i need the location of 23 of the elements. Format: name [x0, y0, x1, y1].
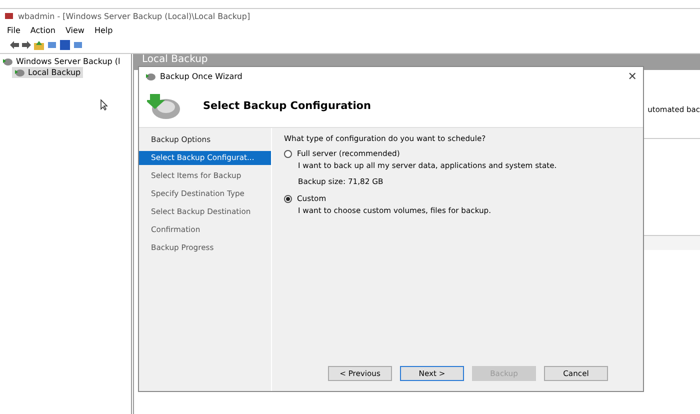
- radio-button[interactable]: [284, 194, 292, 202]
- pane-icon: [73, 40, 83, 50]
- pane-icon: [47, 40, 57, 50]
- forward-icon[interactable]: [22, 41, 31, 49]
- menu-item[interactable]: Action: [25, 26, 60, 34]
- close-button[interactable]: ✕: [628, 70, 637, 82]
- tree-item[interactable]: Local Backup: [12, 67, 83, 78]
- radio-button[interactable]: [284, 150, 292, 158]
- window-title: wbadmin - [Windows Server Backup (Local)\Local Backup]: [18, 12, 250, 20]
- menu-item[interactable]: File: [2, 26, 26, 34]
- cursor-icon: [100, 99, 109, 111]
- tree-item[interactable]: Windows Server Backup (l: [0, 56, 131, 67]
- menu-item[interactable]: Help: [89, 26, 118, 34]
- wizard-heading: Select Backup Configuration: [203, 100, 371, 112]
- folder-icon[interactable]: [34, 40, 44, 50]
- backup-drive-icon: [147, 92, 181, 120]
- backup-icon: [14, 68, 25, 77]
- dialog-title: Backup Once Wizard: [160, 72, 242, 80]
- backup-icon: [145, 72, 156, 80]
- backup-icon: [2, 57, 13, 66]
- app-icon: [4, 11, 14, 21]
- menu-item[interactable]: View: [60, 26, 90, 34]
- back-icon[interactable]: [10, 41, 19, 49]
